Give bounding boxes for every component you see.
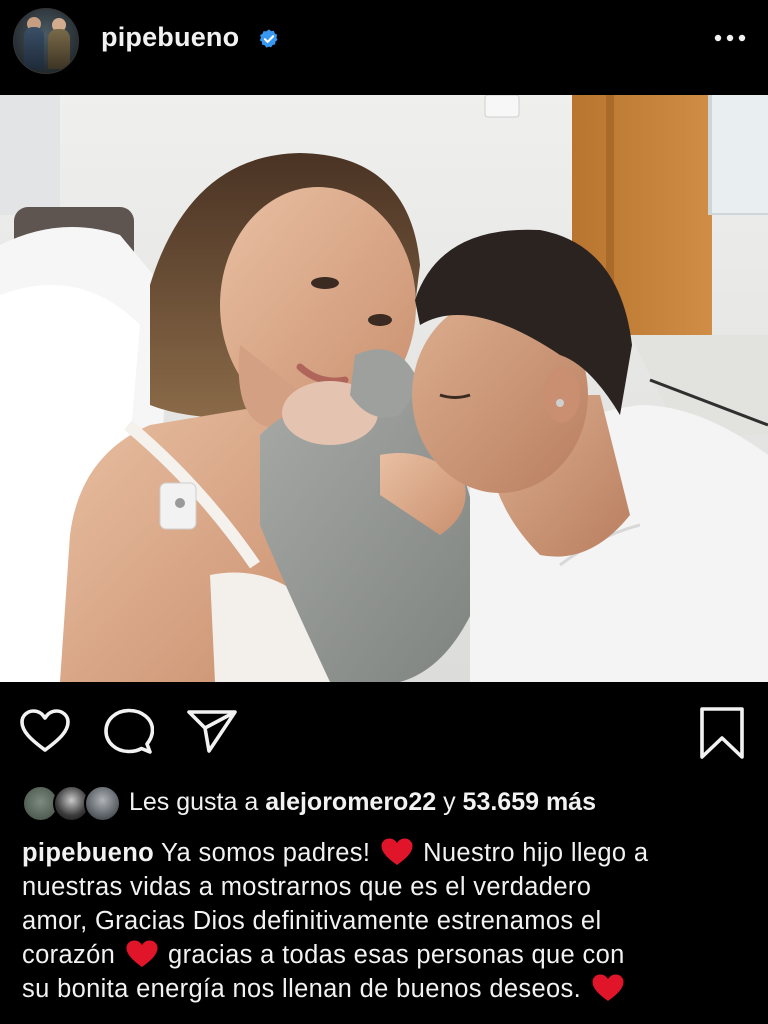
likes-prefix: Les gusta a — [129, 788, 266, 816]
liker-username-link[interactable]: alejoromero22 — [265, 788, 436, 816]
red-heart-icon — [381, 838, 413, 865]
caption-text: gracias a todas esas personas que con — [160, 941, 625, 969]
username-link[interactable]: pipebueno — [101, 22, 239, 53]
likes-connector: y — [436, 788, 463, 816]
action-bar — [0, 682, 768, 782]
post-caption: pipebueno Ya somos padres! Nuestro hijo … — [22, 836, 750, 1006]
post-photo — [0, 95, 768, 682]
likes-text: Les gusta a alejoromero22 y 53.659 más — [129, 788, 596, 817]
caption-line-4: corazón gracias a todas esas personas qu… — [22, 938, 750, 972]
paper-plane-icon[interactable] — [186, 708, 238, 754]
caption-text: corazón — [22, 941, 123, 969]
caption-text: Ya somos padres! — [154, 839, 378, 867]
heart-outline-icon[interactable] — [20, 708, 70, 754]
caption-text: Nuestro hijo llego a — [415, 839, 649, 867]
more-horizontal-icon[interactable] — [710, 28, 750, 48]
post-header: pipebueno — [0, 0, 768, 95]
likes-summary[interactable]: Les gusta a alejoromero22 y 53.659 más — [22, 784, 742, 824]
caption-line-1: pipebueno Ya somos padres! Nuestro hijo … — [22, 836, 750, 870]
comment-bubble-icon[interactable] — [104, 708, 154, 756]
red-heart-icon — [592, 974, 624, 1001]
caption-author-link[interactable]: pipebueno — [22, 839, 154, 867]
avatar[interactable] — [13, 8, 79, 74]
caption-line-5: su bonita energía nos llenan de buenos d… — [22, 972, 750, 1006]
instagram-post: pipebueno Les gusta a alejoromero22 y 53… — [0, 0, 768, 1024]
likes-count-link[interactable]: 53.659 más — [463, 788, 596, 816]
bookmark-icon[interactable] — [698, 706, 746, 760]
caption-text: su bonita energía nos llenan de buenos d… — [22, 975, 589, 1003]
liker-avatar — [84, 785, 121, 822]
red-heart-icon — [126, 940, 158, 967]
verified-badge-icon — [259, 29, 278, 48]
caption-line-2: nuestras vidas a mostrarnos que es el ve… — [22, 873, 592, 901]
post-image[interactable] — [0, 95, 768, 682]
caption-line-3: amor, Gracias Dios definitivamente estre… — [22, 907, 602, 935]
